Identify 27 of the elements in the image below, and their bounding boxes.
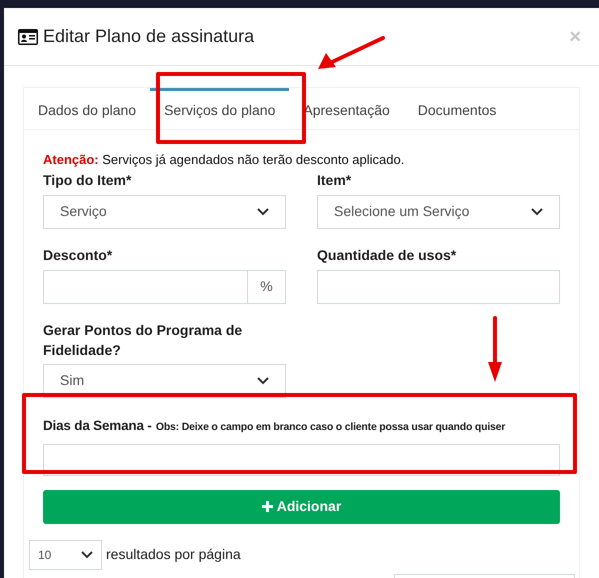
- field-label: Desconto*: [43, 246, 114, 264]
- input-field[interactable]: [317, 270, 560, 304]
- arrow-icon: [316, 35, 386, 71]
- input-field[interactable]: [43, 444, 560, 476]
- chevron-down-icon: [531, 208, 543, 216]
- chevron-down-icon: [257, 376, 269, 384]
- field-label: Quantidade de usos*: [317, 246, 458, 264]
- chevron-down-icon: [257, 208, 269, 216]
- id-card-icon: [18, 28, 38, 44]
- tab[interactable]: Documentos: [404, 88, 510, 129]
- select-field[interactable]: Serviço: [43, 194, 286, 228]
- field-label: Item*: [317, 170, 352, 188]
- chevron-down-icon: [81, 550, 93, 558]
- select-field[interactable]: 10: [29, 540, 102, 570]
- select-field[interactable]: Selecione um Serviço: [317, 194, 560, 228]
- input-field[interactable]: [43, 270, 248, 304]
- modal-title: Editar Plano de assinatura: [43, 25, 254, 48]
- page-size-label: resultados por página: [106, 545, 241, 564]
- field-label: Gerar Pontos do Programa de Fidelidade?: [43, 320, 244, 360]
- arrow-icon: [486, 316, 504, 384]
- field-label: Dias da Semana - Obs: Deixe o campo em branco caso o cliente possa usar quando quiser: [43, 416, 506, 434]
- tab[interactable]: Dados do plano: [24, 88, 150, 129]
- tab[interactable]: Apresentação: [289, 88, 404, 129]
- plus-icon: [262, 501, 273, 512]
- percent-addon: %: [248, 270, 286, 304]
- notice-text: Atenção: Serviços já agendados não terão desconto aplicado.: [43, 151, 406, 169]
- field-label: Tipo do Item*: [43, 170, 132, 188]
